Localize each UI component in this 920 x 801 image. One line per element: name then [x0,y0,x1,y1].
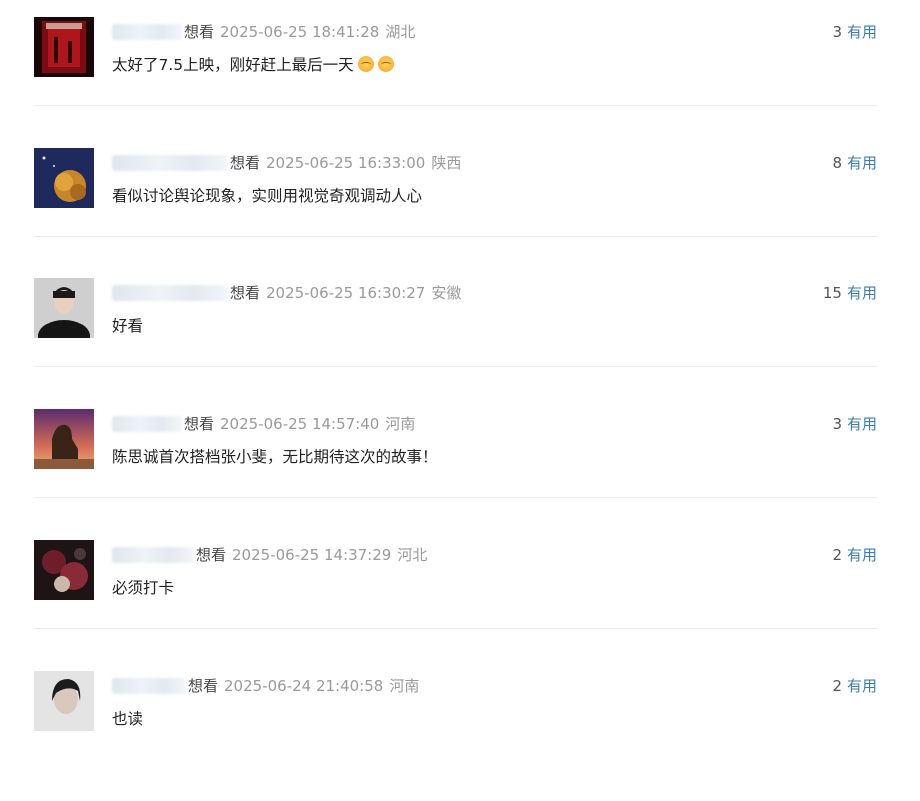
divider [34,236,877,237]
useful-button[interactable]: 有用 [847,154,877,172]
comment-meta: 想看 2025-06-25 14:57:40 河南 [112,414,415,434]
comment-item: 想看 2025-06-25 16:33:00 陕西 8 有用 看似讨论舆论现象，实… [34,148,877,278]
divider [34,628,877,629]
vote-area: 8 有用 [832,153,877,173]
comment-item: 想看 2025-06-25 16:30:27 安徽 15 有用 好看 [34,278,877,408]
username-blurred[interactable] [112,285,228,301]
comment-item: 想看 2025-06-25 14:57:40 河南 3 有用 陈思诚首次搭档张小斐… [34,409,877,539]
comment-item: 想看 2025-06-25 14:37:29 河北 2 有用 必须打卡 [34,540,877,670]
useful-button[interactable]: 有用 [847,415,877,433]
comment-time: 2025-06-25 16:33:00 [266,154,426,172]
watch-status: 想看 [184,415,215,433]
avatar[interactable] [34,409,94,469]
vote-count: 3 [832,415,842,433]
comment-location: 湖北 [385,23,416,41]
useful-button[interactable]: 有用 [847,23,877,41]
avatar[interactable] [34,671,94,731]
useful-button[interactable]: 有用 [847,677,877,695]
avatar[interactable] [34,17,94,77]
vote-count: 15 [822,284,842,302]
comment-meta: 想看 2025-06-25 16:30:27 安徽 [112,283,461,303]
comment-time: 2025-06-24 21:40:58 [224,677,384,695]
vote-area: 2 有用 [832,545,877,565]
watch-status: 想看 [196,546,227,564]
avatar[interactable] [34,148,94,208]
relieved-face-icon [377,56,394,72]
comment-item: 想看 2025-06-25 18:41:28 湖北 3 有用 太好了7.5上映，刚… [34,17,877,147]
username-blurred[interactable] [112,547,194,563]
comment-time: 2025-06-25 14:57:40 [220,415,380,433]
comment-time: 2025-06-25 16:30:27 [266,284,426,302]
vote-area: 3 有用 [832,414,877,434]
comment-meta: 想看 2025-06-25 16:33:00 陕西 [112,153,461,173]
comment-time: 2025-06-25 18:41:28 [220,23,380,41]
comment-location: 河南 [389,677,420,695]
comment-text: 太好了7.5上映，刚好赶上最后一天 [112,54,394,76]
vote-area: 15 有用 [823,283,877,303]
vote-area: 2 有用 [832,676,877,696]
username-blurred[interactable] [112,24,182,40]
comment-meta: 想看 2025-06-25 14:37:29 河北 [112,545,427,565]
divider [34,105,877,106]
divider [34,366,877,367]
comment-text: 也读 [112,710,144,728]
comment-location: 河南 [385,415,416,433]
watch-status: 想看 [230,154,261,172]
comment-text-body: 太好了7.5上映，刚好赶上最后一天 [112,56,354,74]
username-blurred[interactable] [112,678,186,694]
username-blurred[interactable] [112,155,228,171]
vote-count: 8 [832,154,842,172]
comment-text: 陈思诚首次搭档张小斐，无比期待这次的故事！ [112,448,438,466]
username-blurred[interactable] [112,416,182,432]
watch-status: 想看 [230,284,261,302]
watch-status: 想看 [188,677,219,695]
useful-button[interactable]: 有用 [847,284,877,302]
vote-count: 2 [832,677,842,695]
comment-location: 安徽 [431,284,462,302]
relieved-face-icon [357,56,374,72]
vote-count: 3 [832,23,842,41]
comment-meta: 想看 2025-06-24 21:40:58 河南 [112,676,419,696]
vote-area: 3 有用 [832,22,877,42]
useful-button[interactable]: 有用 [847,546,877,564]
watch-status: 想看 [184,23,215,41]
comment-item: 想看 2025-06-24 21:40:58 河南 2 有用 也读 [34,671,877,801]
avatar[interactable] [34,540,94,600]
comment-time: 2025-06-25 14:37:29 [232,546,392,564]
avatar[interactable] [34,278,94,338]
comment-text: 好看 [112,317,144,335]
comment-text: 必须打卡 [112,579,175,597]
comment-location: 陕西 [431,154,462,172]
comment-text: 看似讨论舆论现象，实则用视觉奇观调动人心 [112,187,423,205]
comment-meta: 想看 2025-06-25 18:41:28 湖北 [112,22,415,42]
divider [34,497,877,498]
vote-count: 2 [832,546,842,564]
comment-location: 河北 [397,546,428,564]
